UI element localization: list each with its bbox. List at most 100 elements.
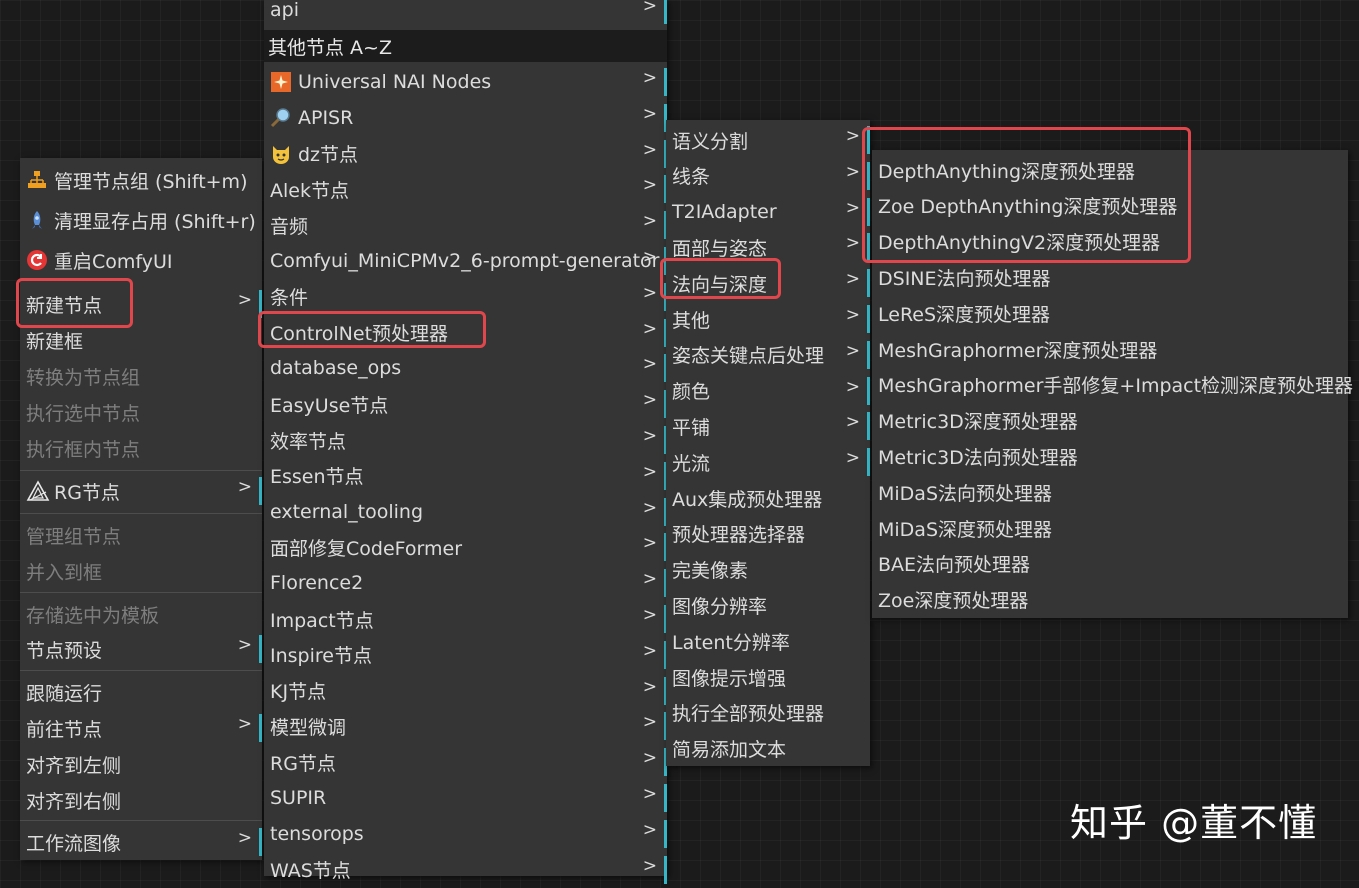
menu-item-clear-vram[interactable]: 清理显存占用 (Shift+r) [20,202,262,238]
menu-item[interactable]: Impact节点> [264,601,667,637]
menu-item-save-as-template[interactable]: 存储选中为模板 [20,596,262,632]
menu-item[interactable]: RG节点> [264,744,667,780]
chevron-right-icon: > [643,140,657,160]
menu-item[interactable]: MeshGraphormer深度预处理器 [872,331,1348,367]
menu-item[interactable]: Alek节点> [264,171,667,207]
menu-item[interactable]: tensorops> [264,816,667,852]
menu-item[interactable]: LeReS深度预处理器 [872,295,1348,331]
menu-item[interactable]: 图像分辨率 [666,587,870,623]
menu-item[interactable]: DepthAnythingV2深度预处理器 [872,224,1348,260]
submenu-indicator [259,290,262,318]
menu-item[interactable]: Essen节点> [264,458,667,494]
menu-item-run-selected[interactable]: 执行选中节点 [20,394,262,430]
menu-item[interactable]: MiDaS深度预处理器 [872,510,1348,546]
menu-item[interactable]: 条件> [264,279,667,315]
menu-item[interactable]: 面部与姿态> [666,229,870,265]
menu-item-convert-to-group[interactable]: 转换为节点组 [20,358,262,394]
chevron-right-icon: > [846,126,860,146]
menu-item[interactable]: Metric3D法向预处理器 [872,438,1348,474]
menu-item[interactable]: 图像提示增强 [666,659,870,695]
menu-item[interactable]: 其他> [666,301,870,337]
menu-item-manage-group-nodes[interactable]: 管理节点组 (Shift+m) [20,162,262,198]
menu-item[interactable]: APISR> [264,100,667,136]
menu-item[interactable]: Zoe DepthAnything深度预处理器 [872,188,1348,224]
menu-item-new-frame[interactable]: 新建框 [20,322,262,358]
menu-item[interactable]: BAE法向预处理器 [872,546,1348,582]
menu-item-label: Impact节点 [270,606,374,633]
menu-item[interactable]: Aux集成预处理器 [666,480,870,516]
menu-item-label: Florence2 [270,572,363,594]
menu-item-follow-run[interactable]: 跟随运行 [20,674,262,710]
menu-item[interactable]: ControlNet预处理器> [264,315,667,351]
menu-item[interactable]: EasyUse节点> [264,386,667,422]
menu-item[interactable]: 颜色> [666,373,870,409]
menu-item-workflow-image[interactable]: 工作流图像 > [20,824,262,860]
menu-item-merge-to-frame[interactable]: 并入到框 [20,553,262,589]
menu-item[interactable]: SUPIR> [264,780,667,816]
chevron-right-icon: > [643,319,657,339]
submenu-indicator [867,305,870,333]
menu-item[interactable]: 模型微调> [264,708,667,744]
menu-item[interactable]: dz节点> [264,136,667,172]
menu-item[interactable]: MiDaS法向预处理器 [872,474,1348,510]
menu-item-label: MeshGraphormer深度预处理器 [878,336,1157,363]
menu-item[interactable]: MeshGraphormer手部修复+Impact检测深度预处理器 [872,367,1348,403]
menu-item[interactable]: 效率节点> [264,422,667,458]
menu-item[interactable]: WAS节点> [264,852,667,888]
menu-item-label: 面部修复CodeFormer [270,534,462,561]
menu-item-label: 效率节点 [270,427,346,454]
menu-item-label: 转换为节点组 [26,363,140,390]
menu-item[interactable]: 完美像素 [666,552,870,588]
menu-item[interactable]: DepthAnything深度预处理器 [872,152,1348,188]
menu-item-rg-nodes[interactable]: RG节点 > [20,473,262,509]
submenu-indicator [867,126,870,154]
menu-item-new-node[interactable]: 新建节点 > [20,286,262,322]
menu-item[interactable]: Florence2> [264,565,667,601]
cat-face-icon [270,143,292,165]
menu-item[interactable]: Latent分辨率 [666,623,870,659]
menu-item-label: tensorops [270,823,364,845]
menu-item[interactable]: external_tooling> [264,494,667,530]
menu-item-label: RG节点 [270,749,336,776]
menu-item[interactable]: Universal NAI Nodes> [264,64,667,100]
menu-item-label: SUPIR [270,787,326,809]
menu-item[interactable]: 光流> [666,444,870,480]
menu-item-run-in-frame[interactable]: 执行框内节点 [20,430,262,466]
menu-item[interactable]: 线条> [666,158,870,194]
menu-item-label: 姿态关键点后处理 [672,341,824,368]
menu-item[interactable]: 语义分割> [666,122,870,158]
menu-item-label: LeReS深度预处理器 [878,300,1050,327]
menu-item-go-to-node[interactable]: 前往节点 > [20,710,262,746]
menu-item-restart-comfyui[interactable]: 重启ComfyUI [20,242,262,278]
menu-item-align-left[interactable]: 对齐到左侧 [20,746,262,782]
menu-item[interactable]: Inspire节点> [264,637,667,673]
menu-item-node-presets[interactable]: 节点预设 > [20,631,262,667]
menu-item[interactable]: 姿态关键点后处理> [666,337,870,373]
menu-item[interactable]: database_ops> [264,350,667,386]
rg-logo-icon [26,480,48,502]
submenu-indicator [259,714,262,742]
menu-item[interactable]: Comfyui_MiniCPMv2_6-prompt-generator> [264,243,667,279]
menu-item-label: 光流 [672,449,710,476]
menu-item[interactable]: Zoe深度预处理器 [872,582,1348,618]
menu-divider [20,820,262,821]
menu-item[interactable]: 面部修复CodeFormer> [264,529,667,565]
chevron-right-icon: > [643,175,657,195]
submenu-indicator [867,377,870,405]
menu-item[interactable]: T2IAdapter> [666,194,870,230]
menu-item-align-right[interactable]: 对齐到右侧 [20,782,262,818]
chevron-right-icon: > [643,390,657,410]
menu-item[interactable]: DSINE法向预处理器 [872,259,1348,295]
menu-item-label: WAS节点 [270,856,351,883]
menu-item[interactable]: 平铺> [666,408,870,444]
menu-item-manage-group[interactable]: 管理组节点 [20,517,262,553]
menu-item[interactable]: 预处理器选择器 [666,516,870,552]
menu-item-label: 新建节点 [26,291,102,318]
menu-item[interactable]: KJ节点> [264,673,667,709]
menu-item[interactable]: 音频> [264,207,667,243]
magnifier-icon [270,107,292,129]
menu-item[interactable]: 执行全部预处理器 [666,695,870,731]
menu-item[interactable]: Metric3D深度预处理器 [872,403,1348,439]
menu-item[interactable]: 简易添加文本 [666,731,870,767]
menu-item[interactable]: 法向与深度> [666,265,870,301]
